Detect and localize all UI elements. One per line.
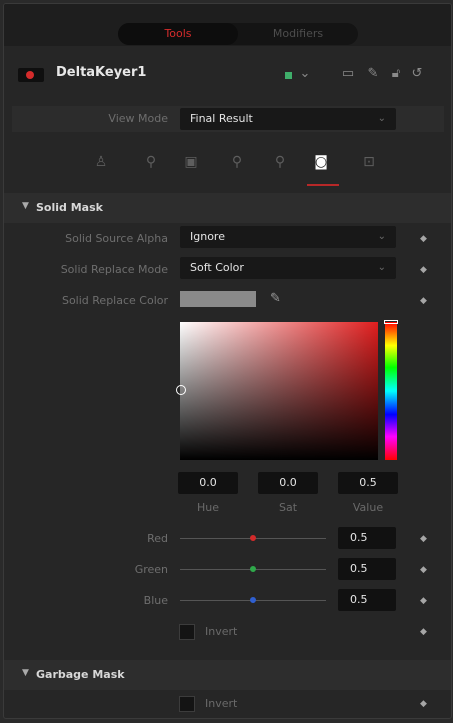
garbage-invert-label: Invert — [205, 697, 238, 710]
sat-input[interactable]: 0.0 — [258, 472, 318, 494]
solid-replace-mode-label: Solid Replace Mode — [60, 263, 168, 276]
solid-source-alpha-label: Solid Source Alpha — [65, 232, 168, 245]
saturation-value-field[interactable] — [180, 322, 378, 460]
transform-icon[interactable]: ⊡ — [360, 153, 378, 171]
add-keyframe-icon[interactable]: ◆ — [420, 596, 427, 606]
add-keyframe-icon[interactable]: ◆ — [420, 234, 427, 244]
eyedropper-icon[interactable]: ✎ — [270, 291, 281, 306]
solid-replace-mode-dropdown[interactable]: Soft Color ⌄ — [180, 257, 396, 279]
solid-invert-checkbox[interactable] — [179, 624, 195, 640]
garbage-invert-checkbox[interactable] — [179, 696, 195, 712]
hue-bar[interactable] — [385, 322, 397, 460]
node-color-dot — [26, 71, 34, 79]
pre-matte-icon[interactable]: ⚲ — [142, 153, 160, 171]
hue-label: Hue — [196, 501, 219, 514]
chevron-down-icon: ⌄ — [377, 231, 386, 242]
green-label: Green — [134, 563, 168, 576]
blue-slider-knob[interactable] — [250, 597, 256, 603]
red-slider-knob[interactable] — [250, 535, 256, 541]
tuning-icon[interactable]: ⚲ — [271, 153, 289, 171]
garbage-mask-header[interactable]: ▼ Garbage Mask — [4, 660, 451, 690]
node-title: DeltaKeyer1 — [56, 65, 147, 80]
value-input[interactable]: 0.5 — [338, 472, 398, 494]
blue-slider[interactable] — [180, 597, 326, 603]
solid-source-alpha-value: Ignore — [190, 230, 225, 243]
add-keyframe-icon[interactable]: ◆ — [420, 627, 427, 637]
green-square-icon[interactable] — [285, 72, 292, 79]
color-field-handle[interactable] — [176, 385, 186, 395]
hue-input[interactable]: 0.0 — [178, 472, 238, 494]
node-header[interactable]: DeltaKeyer1 ⌄ ▭ ✎ 🔓︎ ↺ — [4, 54, 451, 94]
value-label: Value — [352, 501, 384, 514]
tab-tools[interactable]: Tools — [118, 23, 238, 45]
lock-icon[interactable]: 🔓︎ — [388, 66, 404, 82]
solid-source-alpha-dropdown[interactable]: Ignore ⌄ — [180, 226, 396, 248]
view-mode-dropdown[interactable]: Final Result ⌄ — [180, 108, 396, 130]
tab-modifiers[interactable]: Modifiers — [238, 23, 358, 45]
view-mode-value: Final Result — [190, 112, 253, 125]
garbage-mask-title: Garbage Mask — [36, 668, 125, 681]
mask-icon[interactable]: ◙ — [312, 153, 330, 171]
green-slider-knob[interactable] — [250, 566, 256, 572]
hue-bar-handle[interactable] — [384, 320, 398, 324]
add-keyframe-icon[interactable]: ◆ — [420, 534, 427, 544]
caret-down-icon: ▼ — [22, 201, 29, 211]
reset-icon[interactable]: ↺ — [409, 66, 425, 82]
view-mode-row: View Mode Final Result ⌄ — [12, 106, 444, 132]
chevron-down-icon: ⌄ — [377, 262, 386, 273]
matte-icon[interactable]: ▣ — [182, 153, 200, 171]
solid-invert-label: Invert — [205, 625, 238, 638]
tool-tab-row: ♙ ⚲ ▣ ⚲ ⚲ ◙ ⊡ — [4, 147, 451, 179]
keyer-icon[interactable]: ♙ — [92, 153, 110, 171]
red-input[interactable]: 0.5 — [338, 527, 396, 549]
fringe-icon[interactable]: ⚲ — [228, 153, 246, 171]
solid-mask-header[interactable]: ▼ Solid Mask — [4, 193, 451, 223]
solid-replace-color-label: Solid Replace Color — [61, 294, 168, 307]
sat-label: Sat — [278, 501, 298, 514]
replace-color-swatch[interactable] — [180, 291, 256, 307]
chevron-down-icon: ⌄ — [377, 113, 386, 124]
add-keyframe-icon[interactable]: ◆ — [420, 565, 427, 575]
tab-bar: Tools Modifiers — [4, 4, 451, 46]
active-tab-indicator — [307, 184, 339, 186]
solid-replace-mode-value: Soft Color — [190, 261, 244, 274]
inspector-panel: Tools Modifiers DeltaKeyer1 ⌄ ▭ ✎ 🔓︎ ↺ V… — [3, 3, 452, 719]
view-mode-label: View Mode — [108, 112, 168, 125]
caret-down-icon: ▼ — [22, 668, 29, 678]
add-keyframe-icon[interactable]: ◆ — [420, 296, 427, 306]
tab-switcher: Tools Modifiers — [118, 23, 358, 45]
node-enable-toggle[interactable] — [18, 68, 44, 82]
pin-icon[interactable]: ✎ — [365, 66, 381, 82]
green-slider[interactable] — [180, 566, 326, 572]
blue-input[interactable]: 0.5 — [338, 589, 396, 611]
blue-label: Blue — [143, 594, 168, 607]
add-keyframe-icon[interactable]: ◆ — [420, 699, 427, 709]
chevron-down-icon[interactable]: ⌄ — [297, 66, 313, 82]
solid-mask-title: Solid Mask — [36, 201, 103, 214]
window-icon[interactable]: ▭ — [340, 66, 356, 82]
add-keyframe-icon[interactable]: ◆ — [420, 265, 427, 275]
red-slider[interactable] — [180, 535, 326, 541]
red-label: Red — [147, 532, 168, 545]
green-input[interactable]: 0.5 — [338, 558, 396, 580]
